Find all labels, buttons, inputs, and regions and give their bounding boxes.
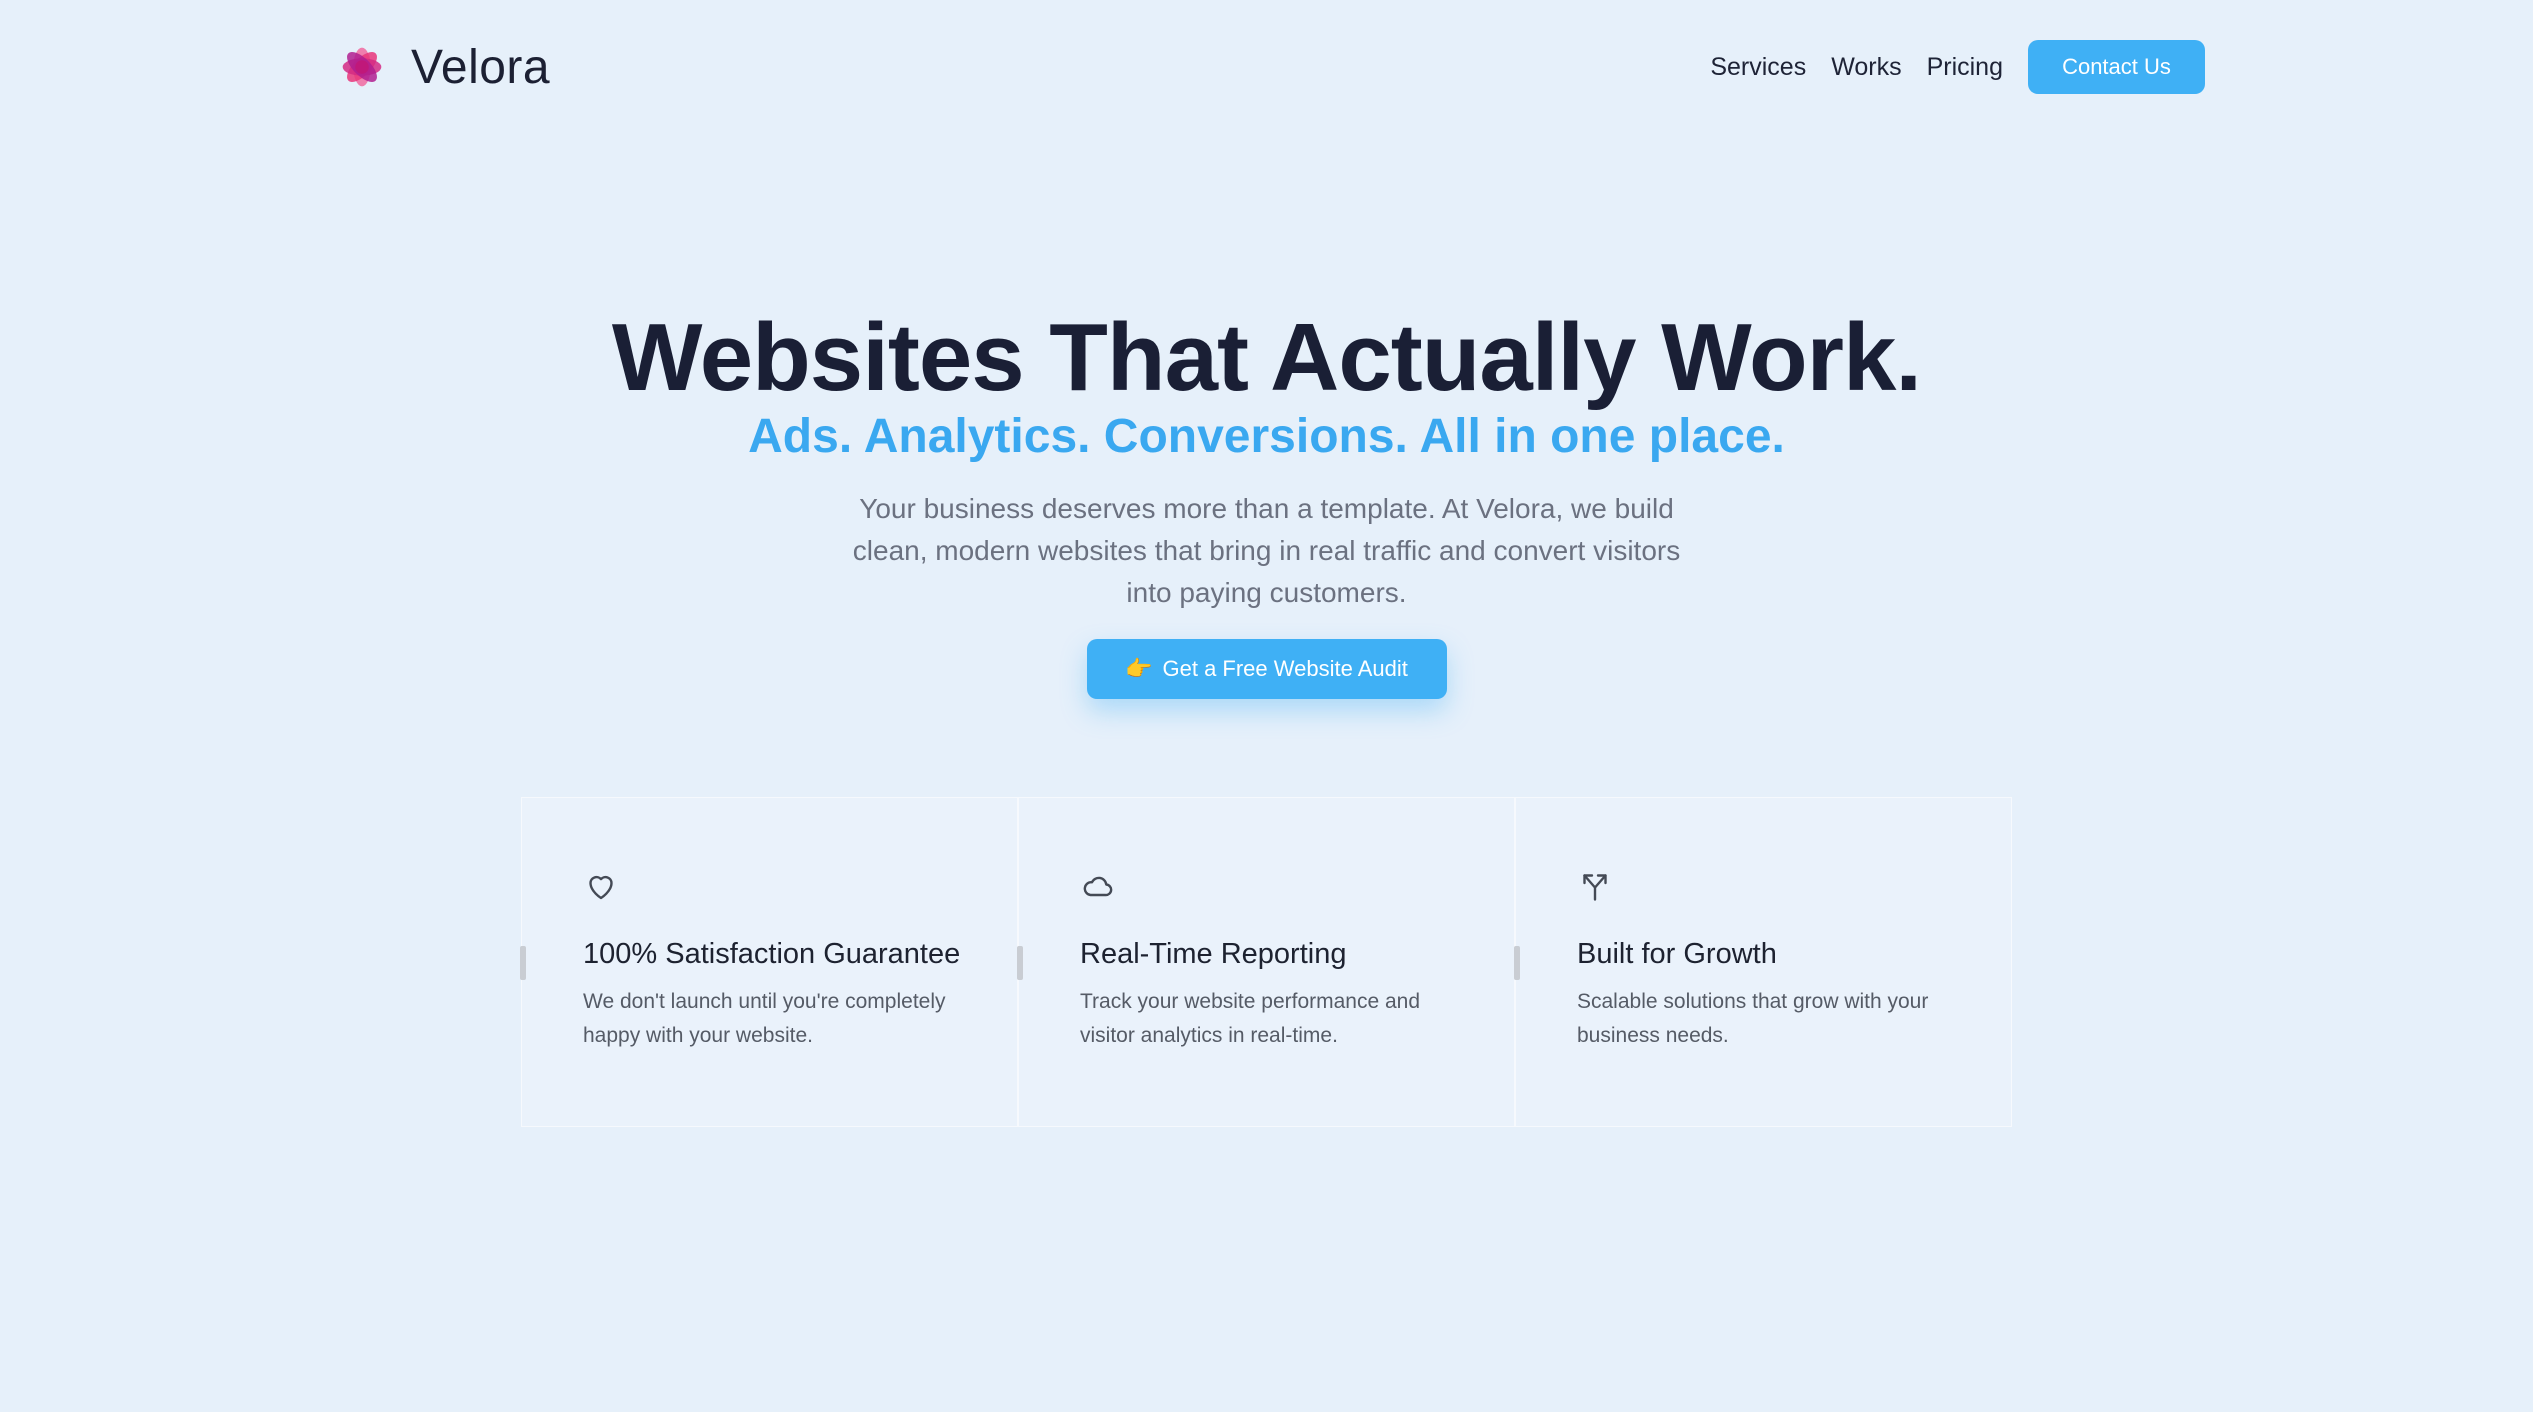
brand[interactable]: Velora [333,38,550,96]
feature-title: Real-Time Reporting [1080,938,1347,970]
free-audit-button[interactable]: 👉 Get a Free Website Audit [1086,639,1447,699]
free-audit-label: Get a Free Website Audit [1162,656,1408,681]
feature-card-growth: Built for Growth Scalable solutions that… [1514,797,2012,1127]
hero-subtitle: Ads. Analytics. Conversions. All in one … [748,410,1785,463]
pointing-hand-icon: 👉 [1125,656,1153,681]
card-accent-bar [1017,946,1023,980]
main-nav: Services Works Pricing Contact Us [1710,40,2205,94]
hero-title: Websites That Actually Work. [611,304,1922,411]
feature-card-reporting: Real-Time Reporting Track your website p… [1017,797,1515,1127]
hero-description: Your business deserves more than a templ… [852,493,1681,608]
features-section: 100% Satisfaction Guarantee We don't lau… [520,797,2012,1127]
cloud-icon [1083,876,1113,897]
feature-title: 100% Satisfaction Guarantee [583,938,961,970]
branch-arrow-icon [1583,874,1607,901]
nav-link-pricing[interactable]: Pricing [1927,53,2003,82]
nav-link-services[interactable]: Services [1710,53,1806,82]
site-header: Velora Services Works Pricing Contact Us [333,34,2205,100]
feature-card-satisfaction: 100% Satisfaction Guarantee We don't lau… [520,797,1018,1127]
card-accent-bar [520,946,526,980]
feature-description: Track your website performance and visit… [1080,990,1421,1047]
flower-logo-icon [342,47,382,87]
brand-name: Velora [411,40,551,94]
card-accent-bar [1514,946,1520,980]
heart-icon [589,875,613,900]
hero-section: Websites That Actually Work. Ads. Analyt… [0,300,2533,699]
feature-description: Scalable solutions that grow with your b… [1577,990,1929,1047]
contact-us-button[interactable]: Contact Us [2028,40,2205,94]
landing-page: Velora Services Works Pricing Contact Us… [0,0,2533,1412]
nav-link-works[interactable]: Works [1831,53,1901,82]
feature-description: We don't launch until you're completely … [583,990,946,1047]
feature-title: Built for Growth [1577,938,1777,970]
